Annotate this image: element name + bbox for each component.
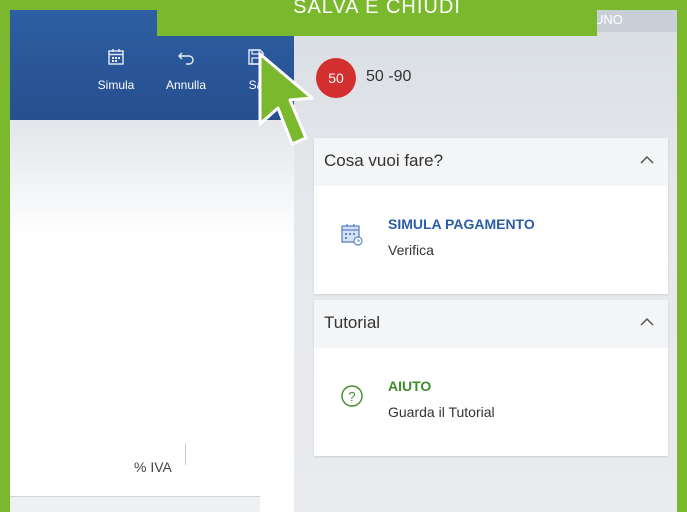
help-subtitle: Guarda il Tutorial [388, 404, 495, 420]
top-right-label: UNO [594, 12, 623, 27]
vat-column-header: % IVA [134, 459, 172, 475]
simulate-button-label: Simula [97, 78, 135, 92]
chevron-up-icon[interactable] [640, 152, 654, 168]
tutorial-card: Tutorial ? AIUTO Guarda il Tutorial [314, 300, 668, 456]
simulate-payment-subtitle: Verifica [388, 242, 434, 258]
calendar-icon [340, 222, 364, 246]
undo-icon [156, 48, 216, 74]
customer-avatar: 50 [316, 58, 356, 98]
column-divider [185, 443, 186, 465]
app-window: Simula Annulla Sa % IVA UNO 50 50 -90 Co… [10, 10, 677, 512]
actions-card: Cosa vuoi fare? SIMULA PAGAMENTO Verific… [314, 138, 668, 294]
actions-card-title: Cosa vuoi fare? [324, 151, 444, 170]
tutorial-banner: SALVA E CHIUDI [157, 0, 597, 36]
help-title: AIUTO [388, 378, 432, 394]
simulate-payment-title: SIMULA PAGAMENTO [388, 216, 535, 232]
calendar-icon [86, 48, 146, 74]
help-item[interactable]: ? AIUTO Guarda il Tutorial [314, 348, 668, 448]
undo-button-label: Annulla [165, 78, 207, 92]
right-panel: UNO 50 50 -90 Cosa vuoi fare? SIMULA PAG… [294, 10, 677, 512]
help-icon: ? [340, 384, 364, 408]
chevron-up-icon[interactable] [640, 314, 654, 330]
simulate-payment-item[interactable]: SIMULA PAGAMENTO Verifica [314, 186, 668, 286]
pointer-arrow-icon [258, 52, 314, 146]
tutorial-card-header[interactable]: Tutorial [314, 300, 668, 348]
simulate-button[interactable]: Simula [86, 48, 146, 108]
actions-card-header[interactable]: Cosa vuoi fare? [314, 138, 668, 186]
tutorial-card-title: Tutorial [324, 313, 381, 332]
horizontal-scrollbar[interactable] [10, 496, 260, 512]
undo-button[interactable]: Annulla [156, 48, 216, 108]
customer-name: 50 -90 [366, 68, 412, 85]
svg-text:?: ? [348, 389, 355, 404]
